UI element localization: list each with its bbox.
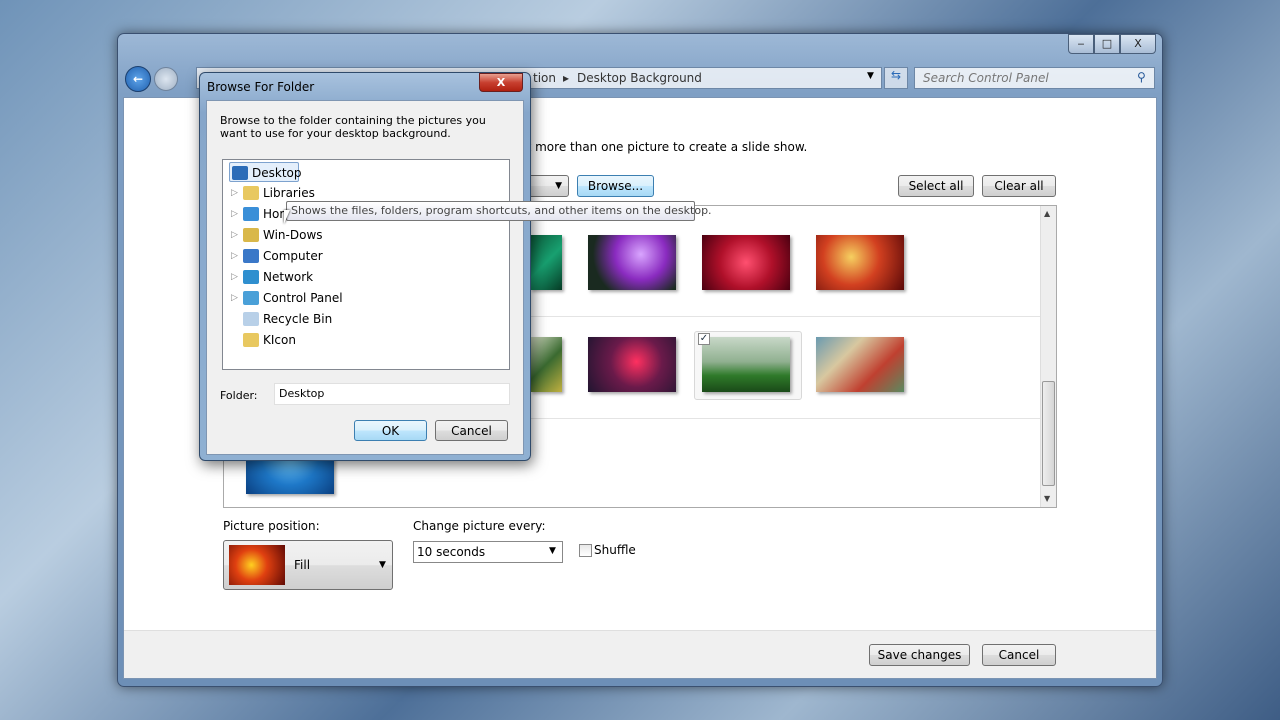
expand-arrow-icon[interactable]: ▷ [231,225,238,245]
back-button[interactable]: ← [125,66,151,92]
wallpaper-thumbnail[interactable] [530,235,562,290]
wallpaper-thumbnail[interactable] [588,337,676,392]
close-button[interactable]: X [1120,34,1156,54]
mouse-cursor-icon [284,210,290,224]
wallpaper-thumbnail[interactable] [816,337,904,392]
browse-for-folder-dialog: Browse For Folder X Browse to the folder… [199,72,531,461]
desktop-icon [232,166,248,180]
homegroup-icon [243,207,259,221]
cancel-button[interactable]: Cancel [982,644,1056,666]
tree-item-label: Libraries [263,186,315,200]
tree-item-label: KIcon [263,333,296,347]
breadcrumb-item[interactable]: tion [533,71,556,85]
refresh-button[interactable]: ⇆ [884,67,908,89]
user-folder-icon [243,228,259,242]
save-changes-button[interactable]: Save changes [869,644,970,666]
forward-button[interactable] [154,67,178,91]
tree-item-label: Desktop [252,166,302,180]
tooltip: Shows the files, folders, program shortc… [286,201,712,221]
thumbnail-checkbox[interactable]: ✓ [698,333,710,345]
chevron-down-icon: ▼ [379,560,386,570]
picture-position-label: Picture position: [223,519,320,533]
shuffle-label[interactable]: Shuffle [594,543,636,557]
picture-position-dropdown[interactable]: Fill ▼ [223,540,393,590]
expand-arrow-icon[interactable]: ▷ [231,267,238,287]
tree-item-label: Recycle Bin [263,312,333,326]
tree-item-label: Win-Dows [263,228,323,242]
dialog-cancel-button[interactable]: Cancel [435,420,508,441]
expand-arrow-icon[interactable]: ▷ [231,183,238,203]
dialog-instructions: Browse to the folder containing the pict… [220,114,486,140]
tree-item-label: Control Panel [263,291,343,305]
tree-item-label: Network [263,270,314,284]
network-icon [243,270,259,284]
minimize-button[interactable]: ‒ [1068,34,1094,54]
wallpaper-thumbnail[interactable] [816,235,904,290]
scrollbar-thumb[interactable] [1042,381,1055,486]
expand-arrow-icon[interactable]: ▷ [231,204,238,224]
wallpaper-thumbnail[interactable] [702,337,790,392]
search-icon: ⚲ [1137,70,1146,84]
folder-label: Folder: [220,389,258,402]
dialog-close-button[interactable]: X [479,73,523,92]
wallpaper-thumbnail[interactable] [702,235,790,290]
computer-icon [243,249,259,263]
browse-button[interactable]: Browse... [577,175,654,197]
wallpaper-thumbnail[interactable] [530,337,562,392]
folder-input[interactable]: Desktop [274,383,510,405]
ok-button[interactable]: OK [354,420,427,441]
shuffle-checkbox[interactable] [579,544,592,557]
control-panel-icon [243,291,259,305]
breadcrumb-current[interactable]: Desktop Background [577,71,702,85]
change-picture-dropdown[interactable]: 10 seconds ▼ [413,541,563,563]
recycle-bin-icon [243,312,259,326]
search-input[interactable]: Search Control Panel ⚲ [914,67,1155,89]
dialog-title: Browse For Folder [207,80,315,94]
chevron-down-icon: ▼ [549,546,556,556]
tree-item-desktop[interactable]: Desktop [229,162,302,182]
clear-all-button[interactable]: Clear all [982,175,1056,197]
expand-arrow-icon[interactable]: ▷ [231,246,238,266]
maximize-button[interactable]: □ [1094,34,1120,54]
instruction-text: ct more than one picture to create a sli… [520,140,808,154]
back-arrow-icon: ← [132,72,144,86]
folder-icon [243,333,259,347]
libraries-icon [243,186,259,200]
wallpaper-thumbnail[interactable] [588,235,676,290]
position-preview [229,545,285,585]
expand-arrow-icon[interactable]: ▷ [231,288,238,308]
refresh-icon: ⇆ [890,68,902,82]
folder-tree[interactable]: Desktop ▷ Libraries ▷ Hom ▷ Win-Dows ▷ Computer ▷… [222,159,510,370]
tree-item-label: Computer [263,249,323,263]
chevron-down-icon[interactable]: ▼ [867,71,874,81]
scrollbar[interactable]: ▲ ▼ [1040,206,1056,507]
change-picture-label: Change picture every: [413,519,546,533]
select-all-button[interactable]: Select all [898,175,974,197]
